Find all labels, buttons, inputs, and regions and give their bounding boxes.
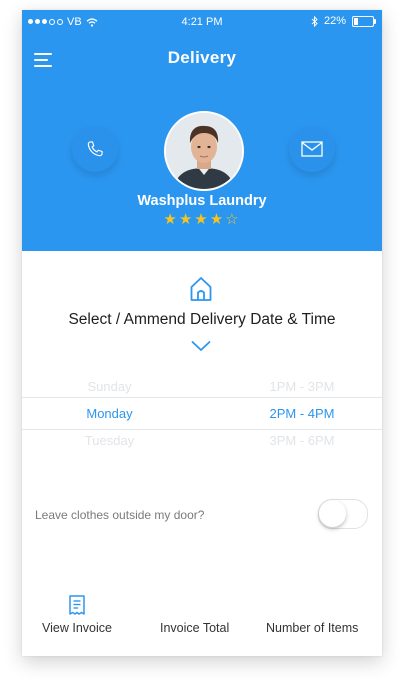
avatar xyxy=(164,111,244,191)
leave-clothes-toggle[interactable] xyxy=(318,499,368,529)
star-filled-icon: ★ xyxy=(194,211,210,228)
message-button[interactable] xyxy=(289,126,335,172)
picker-row[interactable]: Sunday 1PM - 3PM xyxy=(22,373,382,399)
picker-row-selected[interactable]: Monday 2PM - 4PM xyxy=(22,400,382,426)
chevron-down-icon[interactable] xyxy=(191,340,211,352)
home-icon xyxy=(190,277,212,301)
view-invoice-button[interactable]: View Invoice xyxy=(42,621,112,635)
star-filled-icon: ★ xyxy=(178,211,195,228)
number-of-items-label: Number of Items xyxy=(266,621,359,635)
picker-time: 2PM - 4PM xyxy=(269,406,335,421)
battery-area: 22% xyxy=(311,15,376,27)
business-name: Washplus Laundry xyxy=(137,193,267,209)
star-filled-icon: ★ xyxy=(163,211,179,228)
picker-time: 1PM - 3PM xyxy=(269,379,335,394)
star-rating: ★★★★☆ xyxy=(22,210,382,228)
phone-icon xyxy=(87,141,103,157)
picker-day: Sunday xyxy=(87,379,132,394)
phone-screen: VB 4:21 PM 22% Delivery Washplus Laundry… xyxy=(22,10,382,656)
status-bar: VB 4:21 PM 22% xyxy=(22,10,382,34)
star-filled-icon: ★ xyxy=(209,211,226,228)
person-portrait xyxy=(166,113,242,189)
call-button[interactable] xyxy=(72,126,118,172)
mail-icon xyxy=(301,141,323,157)
invoice-total-label: Invoice Total xyxy=(160,621,230,635)
star-empty-icon: ☆ xyxy=(225,211,241,228)
picker-day: Monday xyxy=(86,406,133,421)
battery-percent: 22% xyxy=(323,15,346,27)
bluetooth-icon xyxy=(311,15,318,27)
battery-icon xyxy=(352,15,376,27)
picker-day: Tuesday xyxy=(84,433,135,448)
toggle-knob xyxy=(319,500,346,527)
invoice-icon[interactable] xyxy=(68,595,86,615)
picker-divider xyxy=(22,397,382,398)
profile-header: VB 4:21 PM 22% Delivery Washplus Laundry… xyxy=(22,10,382,251)
picker-row[interactable]: Tuesday 3PM - 6PM xyxy=(22,427,382,453)
picker-time: 3PM - 6PM xyxy=(269,433,335,448)
section-title: Select / Ammend Delivery Date & Time xyxy=(68,311,336,328)
leave-clothes-label: Leave clothes outside my door? xyxy=(35,508,205,522)
page-title: Delivery xyxy=(167,48,237,67)
